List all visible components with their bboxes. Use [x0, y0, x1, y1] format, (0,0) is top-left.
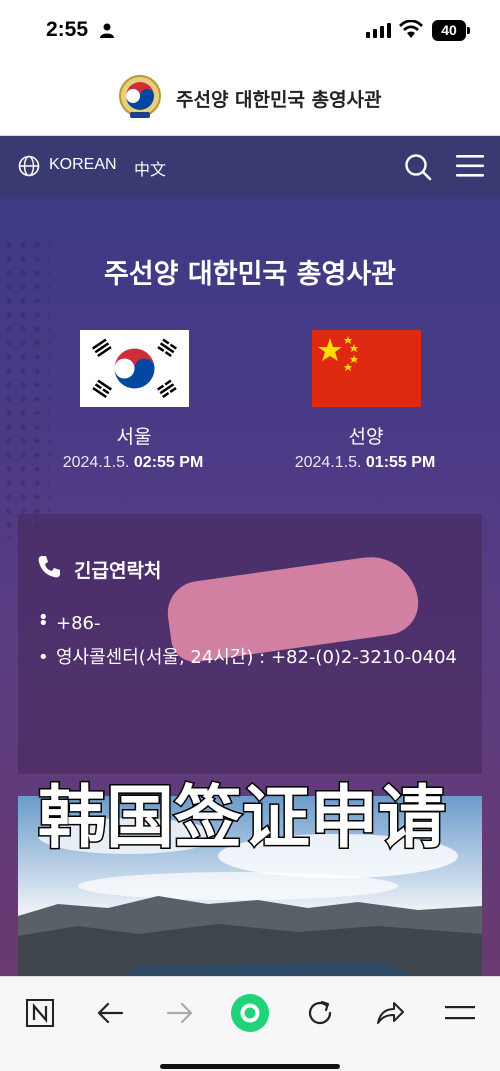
- list-item[interactable]: 영사콜센터(서울, 24시간) : +82-(0)2-3210-0404: [38, 644, 468, 672]
- signal-icon: [366, 23, 391, 38]
- refresh-icon[interactable]: [302, 995, 338, 1031]
- emergency-contacts-box: 긴급연락처 +86- 영사콜센터(서울, 24시간) : +82-(0)2-32…: [18, 514, 482, 774]
- phone-icon: [38, 556, 60, 578]
- person-icon: [100, 23, 114, 38]
- hero-title: 주선양 대한민국 총영사관: [103, 259, 397, 290]
- clock-city-shenyang: 선양: [348, 426, 384, 448]
- clock-date: 2024.1.5.: [62, 454, 130, 471]
- status-bar: 2:55 40: [0, 0, 500, 62]
- share-icon[interactable]: [372, 995, 408, 1031]
- hamburger-menu-icon[interactable]: [456, 154, 484, 178]
- forward-arrow-icon[interactable]: [162, 995, 198, 1031]
- header-title: 주선양 대한민국 총영사관: [176, 89, 382, 111]
- china-flag-icon: [312, 330, 421, 407]
- globe-icon[interactable]: [18, 155, 40, 177]
- clock-city-seoul: 서울: [116, 426, 152, 448]
- home-indicator[interactable]: [160, 1064, 340, 1069]
- clock-datetime-shenyang: 2024.1.5. 01:55 PM: [245, 454, 485, 472]
- clock-time: 02:55 PM: [133, 454, 204, 471]
- green-home-icon[interactable]: [230, 993, 270, 1033]
- emblem-logo[interactable]: [118, 74, 162, 120]
- hero-section: 주선양 대한민국 총영사관 서울 선양 2024.1.5. 02:55 PM 2…: [0, 198, 500, 978]
- status-time: 2:55: [46, 18, 89, 41]
- emergency-title: 긴급연락처: [74, 560, 162, 582]
- search-icon[interactable]: [404, 153, 432, 181]
- site-header: 주선양 대한민국 총영사관: [0, 62, 500, 136]
- lang-chinese-link[interactable]: 中文: [134, 156, 166, 180]
- clock-time: 01:55 PM: [365, 454, 436, 471]
- clock-date: 2024.1.5.: [294, 454, 362, 471]
- emergency-list: +86- 영사콜센터(서울, 24시간) : +82-(0)2-3210-040…: [38, 604, 468, 678]
- overlay-title: 韩国签证申请: [36, 778, 447, 860]
- clock-datetime-seoul: 2024.1.5. 02:55 PM: [13, 454, 253, 472]
- navbar: KOREAN 中文: [0, 136, 500, 198]
- lang-korean-link[interactable]: KOREAN: [49, 156, 117, 174]
- naver-n-icon[interactable]: [22, 995, 58, 1031]
- battery-icon: 40: [432, 20, 470, 41]
- browser-toolbar: [0, 976, 500, 1071]
- menu-icon[interactable]: [442, 995, 478, 1031]
- back-arrow-icon[interactable]: [92, 995, 128, 1031]
- wifi-icon: [399, 20, 423, 38]
- korea-flag-icon: [80, 330, 189, 407]
- list-item[interactable]: +86-: [38, 610, 468, 638]
